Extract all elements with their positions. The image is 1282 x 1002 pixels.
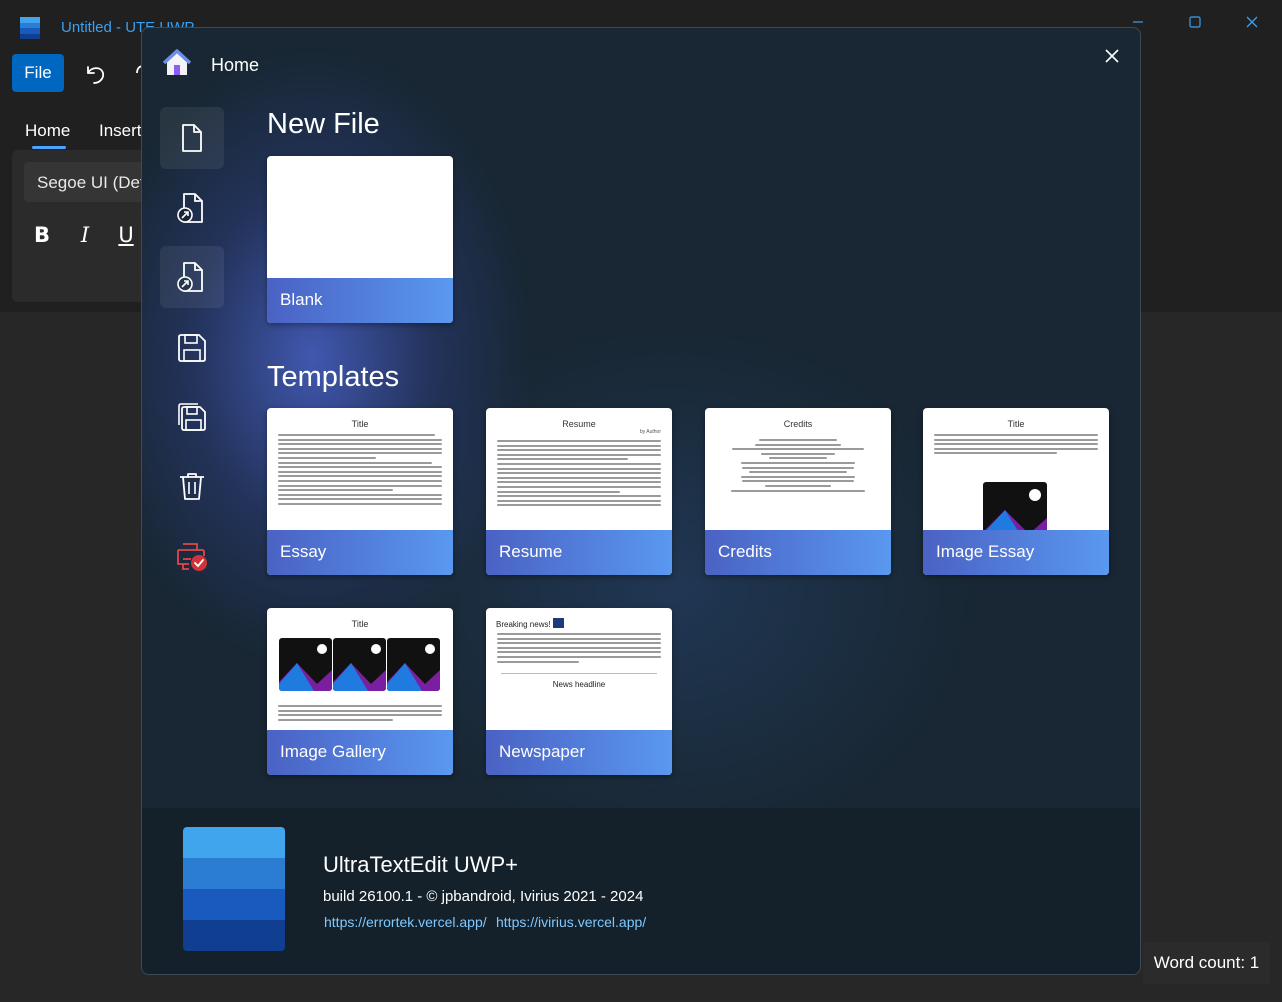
card-label: Newspaper [486, 730, 672, 775]
preview-text [705, 429, 891, 492]
essay-preview: Title [267, 408, 453, 530]
preview-title: Breaking news! [486, 608, 672, 629]
image-placeholder-icon [983, 482, 1047, 530]
image-gallery-preview: Title [267, 608, 453, 730]
image-essay-preview: Title [923, 408, 1109, 530]
maximize-icon[interactable] [1181, 8, 1209, 36]
dialog-title: Home [211, 55, 260, 75]
open-recent-icon[interactable] [160, 246, 224, 308]
dialog-close-icon[interactable] [1094, 41, 1130, 71]
undo-icon[interactable] [80, 58, 110, 88]
save-as-icon[interactable] [160, 386, 224, 448]
tab-home[interactable]: Home [25, 121, 70, 141]
essay-template-card[interactable]: Title Essay [267, 408, 453, 575]
underline-button[interactable]: U [112, 220, 140, 250]
blank-preview [267, 156, 453, 278]
app-logo-icon [20, 17, 40, 39]
new-file-heading: New File [267, 108, 380, 140]
image-gallery-template-card[interactable]: Title Image Gallery [267, 608, 453, 775]
delete-icon[interactable] [160, 455, 224, 517]
check-printer-icon[interactable] [160, 525, 224, 587]
preview-title: Credits [783, 419, 813, 429]
preview-text [486, 435, 672, 507]
card-label: Credits [705, 530, 891, 575]
resume-template-card[interactable]: Resume by Author Resume [486, 408, 672, 575]
open-file-icon[interactable] [160, 177, 224, 239]
file-button[interactable]: File [12, 54, 64, 92]
preview-title: Title [1007, 419, 1025, 429]
resume-preview: Resume by Author [486, 408, 672, 530]
preview-text [923, 429, 1109, 455]
window-close-icon[interactable] [1238, 8, 1266, 36]
image-essay-template-card[interactable]: Title Image Essay [923, 408, 1109, 575]
templates-heading: Templates [267, 361, 400, 393]
image-placeholder-icon [552, 618, 564, 628]
preview-headline: News headline [552, 679, 606, 689]
word-count: Word count: 1 [1143, 942, 1270, 984]
italic-button[interactable]: I [71, 220, 99, 250]
tab-insert[interactable]: Insert [99, 121, 142, 141]
newspaper-preview: Breaking news! News headline [486, 608, 672, 730]
preview-title: Resume [562, 419, 596, 429]
card-label: Resume [486, 530, 672, 575]
credits-preview: Credits [705, 408, 891, 530]
ivirius-link[interactable]: https://ivirius.vercel.app/ [496, 914, 646, 930]
image-placeholder-icon [279, 638, 332, 691]
new-file-icon[interactable] [160, 107, 224, 169]
card-label: Essay [267, 530, 453, 575]
home-dialog: Home New File Blank Templates Title Essa… [141, 27, 1141, 975]
preview-text [486, 629, 672, 663]
image-placeholder-icon [333, 638, 386, 691]
bold-button[interactable]: B [28, 220, 56, 250]
home-icon [160, 46, 194, 80]
errortek-link[interactable]: https://errortek.vercel.app/ [324, 914, 487, 930]
save-icon[interactable] [160, 317, 224, 379]
blank-template-card[interactable]: Blank [267, 156, 453, 323]
credits-template-card[interactable]: Credits Credits [705, 408, 891, 575]
about-footer: UltraTextEdit UWP+ build 26100.1 - © jpb… [142, 808, 1140, 974]
app-logo-icon [183, 827, 285, 951]
card-label: Image Essay [923, 530, 1109, 575]
card-label: Blank [267, 278, 453, 323]
font-family-combobox[interactable]: Segoe UI (Default) [24, 162, 144, 202]
app-name: UltraTextEdit UWP+ [323, 852, 518, 877]
preview-text [267, 429, 453, 505]
newspaper-template-card[interactable]: Breaking news! News headline Newspaper [486, 608, 672, 775]
tab-selected-indicator [32, 146, 66, 149]
preview-text [267, 700, 453, 723]
preview-title: Title [351, 419, 369, 429]
image-placeholder-icon [387, 638, 440, 691]
card-label: Image Gallery [267, 730, 453, 775]
preview-title: Title [351, 619, 369, 629]
build-info: build 26100.1 - © jpbandroid, Ivirius 20… [323, 888, 644, 905]
